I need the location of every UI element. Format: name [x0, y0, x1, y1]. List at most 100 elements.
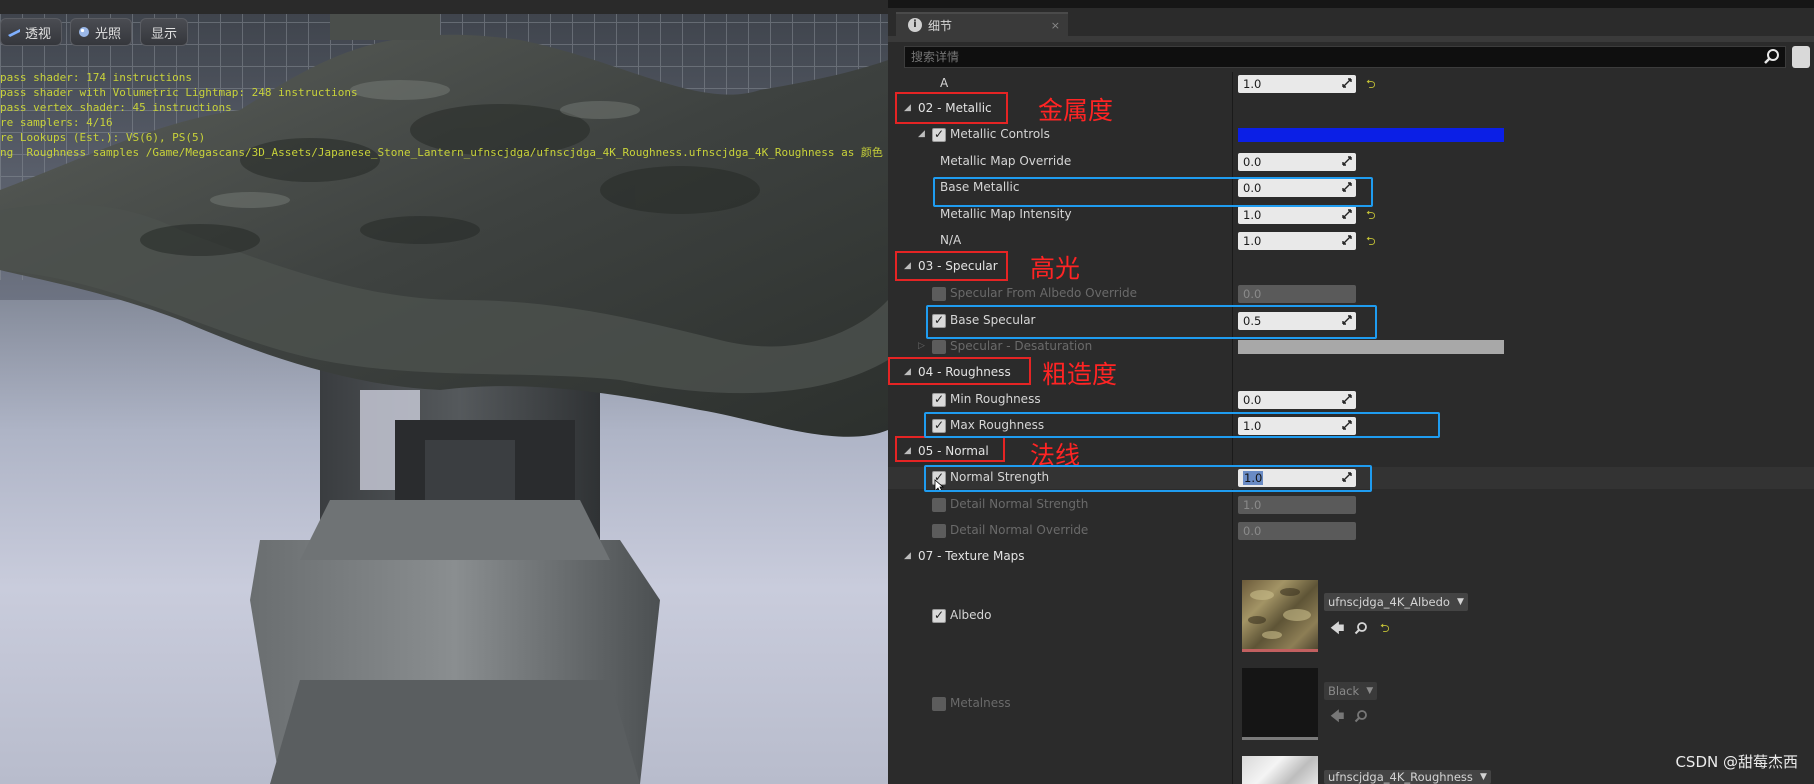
na-field[interactable]: 1.0 — [1238, 232, 1356, 250]
detail-normal-strength-checkbox[interactable] — [932, 498, 946, 512]
a-value: 1.0 — [1243, 77, 1262, 91]
property-label: Detail Normal Strength — [950, 497, 1089, 511]
metallic-controls-color-swatch[interactable] — [1238, 128, 1504, 142]
perspective-button[interactable]: 透视 — [0, 18, 63, 46]
details-panel: i 细节 × A 1.0 ⮌ ◢ 02 - Metallic ◢ ✓ Metal… — [888, 0, 1814, 784]
reset-to-default-icon[interactable]: ⮌ — [1366, 232, 1376, 253]
close-tab-icon[interactable]: × — [1051, 19, 1060, 32]
albedo-asset-dropdown[interactable]: ufnscjdga_4K_Albedo ▼ — [1324, 593, 1468, 611]
property-label: A — [940, 76, 949, 90]
annotation-roughness: 粗造度 — [1042, 360, 1118, 389]
stats-line: pass shader with Volumetric Lightmap: 24… — [0, 86, 358, 99]
albedo-texture-pattern — [1248, 588, 1311, 639]
highlight-box-base-metallic — [933, 177, 1373, 207]
drag-arrows-icon — [1342, 209, 1352, 219]
property-label: Metallic Map Intensity — [940, 207, 1072, 221]
dropdown-caret-icon: ▼ — [1457, 597, 1464, 607]
shader-stats-overlay: pass shader: 174 instructions pass shader… — [0, 70, 883, 160]
reset-to-default-icon[interactable]: ⮌ — [1380, 619, 1390, 640]
view-options-button[interactable] — [1792, 46, 1810, 68]
drag-arrows-icon — [1342, 78, 1352, 88]
viewport-top-strip — [0, 0, 888, 14]
use-selected-arrow-icon[interactable]: 🡄 — [1330, 706, 1344, 730]
property-label: Min Roughness — [950, 392, 1041, 406]
metallic-controls-checkbox[interactable]: ✓ — [932, 127, 946, 142]
min-roughness-checkbox[interactable]: ✓ — [932, 392, 946, 407]
lit-sphere-icon — [79, 27, 90, 37]
property-label: Metallic Controls — [950, 127, 1050, 141]
info-icon: i — [908, 18, 922, 32]
browse-asset-icon[interactable] — [1354, 621, 1368, 635]
category-label: 07 - Texture Maps — [918, 549, 1025, 563]
value: 0.0 — [1243, 155, 1262, 169]
category-normal[interactable]: ◢ 05 - Normal — [888, 441, 1814, 463]
albedo-texture-thumbnail[interactable] — [1242, 580, 1318, 652]
a-value-field[interactable]: 1.0 — [1238, 75, 1356, 93]
category-metallic[interactable]: ◢ 02 - Metallic — [888, 98, 1814, 120]
search-details-input[interactable] — [905, 49, 1763, 65]
stats-line: pass shader: 174 instructions — [0, 71, 193, 84]
annotation-box-metallic — [895, 92, 1008, 124]
use-selected-arrow-icon[interactable]: 🡄 — [1330, 618, 1344, 642]
tab-details[interactable]: i 细节 × — [896, 12, 1068, 36]
asset-name: ufnscjdga_4K_Albedo — [1328, 595, 1450, 609]
category-specular[interactable]: ◢ 03 - Specular — [888, 256, 1814, 278]
min-roughness-field[interactable]: 0.0 — [1238, 391, 1356, 409]
show-label: 显示 — [151, 26, 178, 42]
property-label: N/A — [940, 233, 962, 247]
annotation-metallic: 金属度 — [1038, 96, 1114, 125]
property-label: Specular From Albedo Override — [950, 286, 1138, 300]
level-viewport[interactable]: 透视 光照 显示 pass shader: 174 instructions pa… — [0, 0, 888, 784]
detail-normal-strength-field[interactable]: 1.0 — [1238, 496, 1356, 514]
value: 1.0 — [1243, 498, 1262, 512]
metallic-map-override-field[interactable]: 0.0 — [1238, 153, 1356, 171]
property-row-na: N/A 1.0 ⮌ — [888, 230, 1814, 252]
property-row-specular-from-albedo: Specular From Albedo Override 0.0 — [888, 283, 1814, 305]
annotation-box-roughness — [888, 357, 1031, 385]
property-label: Specular - Desaturation — [950, 339, 1093, 353]
detail-normal-override-field[interactable]: 0.0 — [1238, 522, 1356, 540]
panel-top-border — [888, 0, 1814, 8]
metallic-map-intensity-field[interactable]: 1.0 — [1238, 206, 1356, 224]
drag-arrows-icon — [1342, 235, 1352, 245]
albedo-checkbox[interactable]: ✓ — [932, 608, 946, 623]
value: 0.0 — [1243, 287, 1262, 301]
stats-line: re Lookups (Est.): VS(6), PS(5) — [0, 131, 206, 144]
browse-asset-icon[interactable] — [1354, 709, 1368, 723]
property-label: Metallic Map Override — [940, 154, 1072, 168]
specular-from-albedo-checkbox[interactable] — [932, 287, 946, 301]
asset-name: ufnscjdga_4K_Roughness — [1328, 770, 1473, 784]
highlight-box-max-roughness — [924, 412, 1440, 438]
search-box — [904, 46, 1786, 68]
property-label: Albedo — [950, 608, 992, 622]
value: 0.0 — [1243, 524, 1262, 538]
reset-to-default-icon[interactable]: ⮌ — [1366, 206, 1376, 227]
metalness-texture-thumbnail[interactable] — [1242, 668, 1318, 740]
roughness-texture-thumbnail[interactable] — [1242, 756, 1318, 784]
roughness-asset-dropdown[interactable]: ufnscjdga_4K_Roughness ▼ — [1324, 770, 1491, 784]
watermark: CSDN @甜莓杰西 — [1675, 753, 1798, 771]
value: 0.0 — [1243, 393, 1262, 407]
value: 1.0 — [1243, 234, 1262, 248]
collapse-arrow-icon: ◢ — [904, 551, 911, 561]
lit-mode-button[interactable]: 光照 — [70, 18, 133, 46]
show-button[interactable]: 显示 — [140, 18, 189, 46]
property-row-metallic-controls: ◢ ✓ Metallic Controls — [888, 124, 1814, 146]
category-texture-maps[interactable]: ◢ 07 - Texture Maps — [888, 546, 1814, 568]
property-row-metallic-map-override: Metallic Map Override 0.0 — [888, 151, 1814, 173]
search-icon[interactable] — [1763, 48, 1781, 66]
metalness-asset-dropdown[interactable]: Black ▼ — [1324, 682, 1378, 700]
expand-arrow-icon: ▷ — [918, 341, 925, 351]
reset-to-default-icon[interactable]: ⮌ — [1366, 75, 1376, 96]
specular-desaturation-bar[interactable] — [1238, 340, 1504, 354]
tab-strip — [888, 36, 1814, 42]
property-row-detail-normal-strength: Detail Normal Strength 1.0 — [888, 494, 1814, 516]
stats-line: pass vertex shader: 45 instructions — [0, 101, 232, 114]
highlight-box-base-specular — [926, 305, 1377, 339]
specular-desaturation-checkbox[interactable] — [932, 340, 946, 354]
property-row-a: A 1.0 ⮌ — [888, 73, 1814, 95]
annotation-box-normal — [895, 436, 1005, 462]
metalness-checkbox[interactable] — [932, 697, 946, 711]
specular-from-albedo-field[interactable]: 0.0 — [1238, 285, 1356, 303]
detail-normal-override-checkbox[interactable] — [932, 524, 946, 538]
